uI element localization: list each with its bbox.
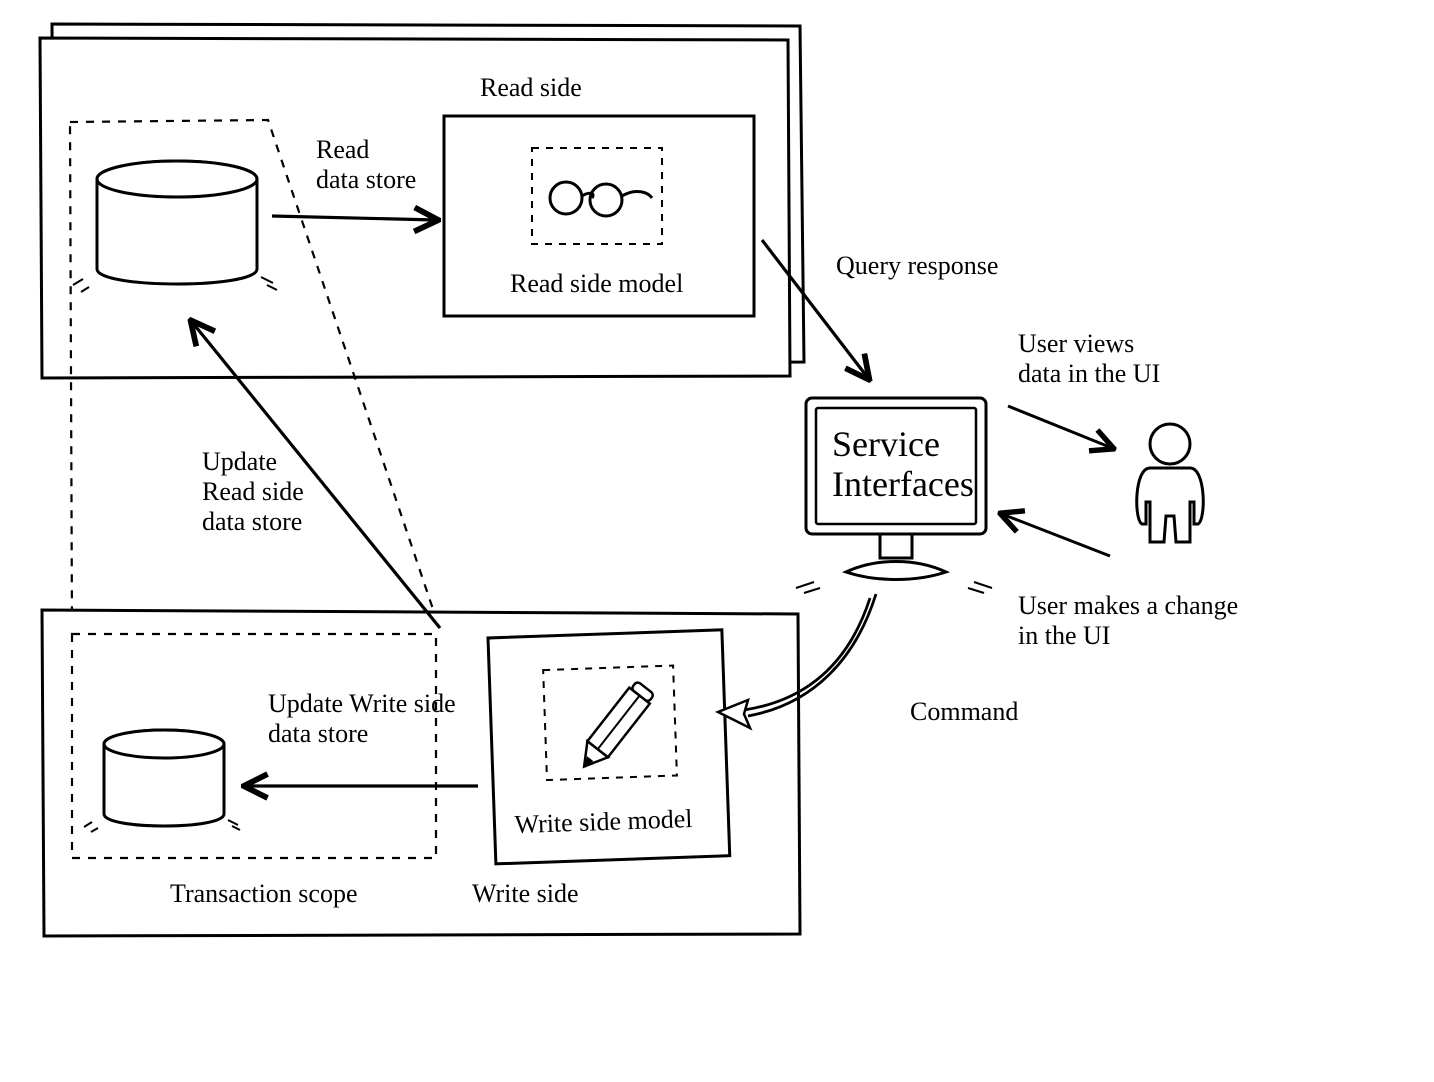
user-change-label: User makes a change in the UI [1018, 591, 1245, 650]
write-model-box: Write side model [488, 630, 730, 864]
update-read-label: Update Read side data store [202, 447, 310, 536]
query-response-label: Query response [836, 251, 998, 280]
command-label: Command [910, 697, 1018, 726]
read-datastore-icon [73, 161, 277, 292]
arrow-user-change [1002, 514, 1110, 556]
read-model-label: Read side model [510, 269, 683, 298]
user-views-label: User views data in the UI [1018, 329, 1160, 388]
svg-text:Write side model: Write side model [514, 804, 693, 839]
arrow-user-views [1008, 406, 1112, 448]
user-icon [1137, 424, 1204, 542]
write-datastore-icon [84, 730, 240, 832]
read-side-title: Read side [480, 73, 582, 102]
service-monitor-icon: Service Interfaces [796, 398, 992, 593]
transaction-scope-label: Transaction scope [170, 879, 358, 908]
write-side-title: Write side [472, 879, 579, 908]
